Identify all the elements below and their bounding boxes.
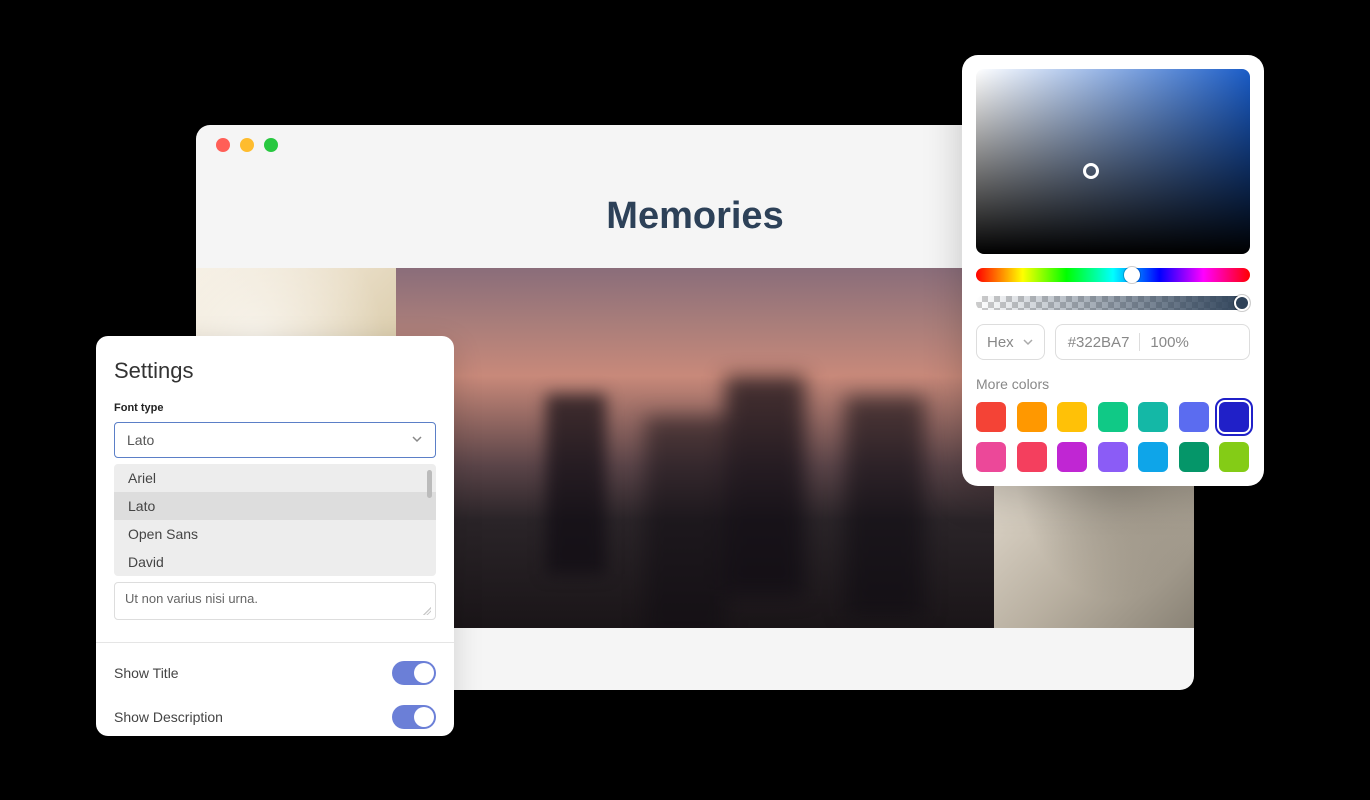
saturation-picker[interactable] — [976, 69, 1250, 254]
color-swatch[interactable] — [1017, 442, 1047, 472]
color-swatch[interactable] — [976, 402, 1006, 432]
color-swatch[interactable] — [1057, 442, 1087, 472]
swatch-grid — [976, 402, 1250, 472]
font-option-ariel[interactable]: Ariel — [114, 464, 436, 492]
hex-value: #322BA7 — [1068, 334, 1130, 351]
settings-title: Settings — [114, 358, 436, 384]
saturation-cursor[interactable] — [1083, 163, 1099, 179]
font-type-selected-value: Lato — [127, 432, 154, 448]
color-swatch[interactable] — [1057, 402, 1087, 432]
show-description-toggle[interactable] — [392, 705, 436, 729]
description-text: Ut non varius nisi urna. — [125, 591, 258, 606]
hue-thumb[interactable] — [1124, 267, 1140, 283]
color-swatch[interactable] — [1219, 402, 1249, 432]
show-description-row: Show Description — [114, 705, 436, 729]
font-option-lato[interactable]: Lato — [114, 492, 436, 520]
color-picker-panel: Hex #322BA7 100% More colors — [962, 55, 1264, 486]
color-input-row: Hex #322BA7 100% — [976, 324, 1250, 360]
font-type-label: Font type — [114, 402, 436, 414]
more-colors-label: More colors — [976, 376, 1250, 392]
show-title-label: Show Title — [114, 665, 179, 681]
color-format-select[interactable]: Hex — [976, 324, 1045, 360]
font-option-david[interactable]: David — [114, 548, 436, 576]
color-swatch[interactable] — [1219, 442, 1249, 472]
hue-slider[interactable] — [976, 268, 1250, 282]
maximize-window-button[interactable] — [264, 138, 278, 152]
description-textarea[interactable]: Ut non varius nisi urna. — [114, 582, 436, 620]
dropdown-scrollbar[interactable] — [427, 470, 432, 498]
font-type-dropdown: Ariel Lato Open Sans David — [114, 464, 436, 576]
divider — [96, 642, 454, 643]
alpha-value: 100% — [1150, 334, 1188, 351]
font-option-open-sans[interactable]: Open Sans — [114, 520, 436, 548]
color-swatch[interactable] — [1017, 402, 1047, 432]
show-title-row: Show Title — [114, 661, 436, 685]
hex-input[interactable]: #322BA7 100% — [1055, 324, 1250, 360]
color-swatch[interactable] — [1098, 442, 1128, 472]
color-swatch[interactable] — [1138, 442, 1168, 472]
color-swatch[interactable] — [1138, 402, 1168, 432]
alpha-slider[interactable] — [976, 296, 1250, 310]
show-description-label: Show Description — [114, 709, 223, 725]
font-type-select[interactable]: Lato — [114, 422, 436, 458]
input-divider — [1139, 333, 1140, 351]
chevron-down-icon — [411, 432, 423, 448]
color-swatch[interactable] — [1098, 402, 1128, 432]
chevron-down-icon — [1022, 336, 1034, 348]
settings-panel: Settings Font type Lato Ariel Lato Open … — [96, 336, 454, 736]
color-swatch[interactable] — [1179, 442, 1209, 472]
color-swatch[interactable] — [1179, 402, 1209, 432]
color-format-value: Hex — [987, 334, 1014, 351]
show-title-toggle[interactable] — [392, 661, 436, 685]
minimize-window-button[interactable] — [240, 138, 254, 152]
gallery-image-center[interactable] — [396, 268, 994, 628]
close-window-button[interactable] — [216, 138, 230, 152]
alpha-thumb[interactable] — [1234, 295, 1250, 311]
color-swatch[interactable] — [976, 442, 1006, 472]
